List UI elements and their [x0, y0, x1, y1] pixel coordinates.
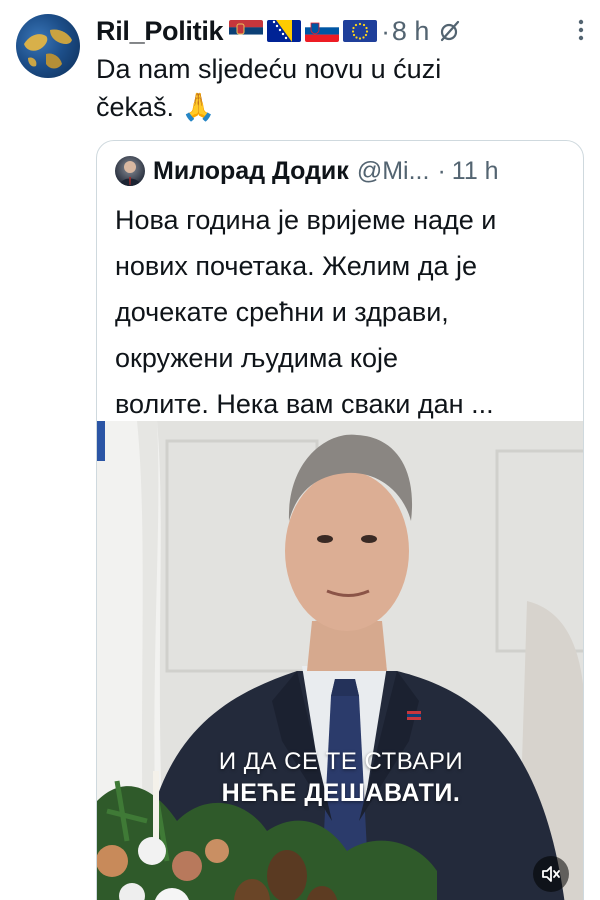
eu-flag-icon	[343, 20, 378, 42]
serbia-flag-icon	[229, 20, 264, 42]
mute-button[interactable]	[533, 856, 569, 892]
speaker-muted-icon	[542, 866, 560, 882]
quoted-author-avatar[interactable]	[115, 156, 145, 186]
quoted-tweet-text: Нова година је вријеме наде и нових поче…	[115, 197, 575, 427]
slovenia-flag-icon	[305, 20, 340, 42]
tweet-header: Ril_Politik · 8 h	[96, 10, 586, 52]
quoted-tweet-header: Милорад Додик @Mi... · 11 h	[115, 153, 499, 189]
bosnia-flag-icon	[267, 20, 302, 42]
quoted-text-line: нових почетака. Желим да је	[115, 251, 477, 281]
quoted-tweet-time[interactable]: 11 h	[452, 157, 499, 186]
separator-dot: ·	[437, 156, 446, 185]
author-avatar[interactable]	[16, 14, 80, 78]
video-player[interactable]: И ДА СЕ ТЕ СТВАРИ НЕЋЕ ДЕШАВАТИ.	[97, 421, 583, 900]
tweet-text-line: čekaš. 🙏	[96, 92, 216, 122]
tweet-time[interactable]: 8 h	[392, 16, 430, 47]
video-subtitle-line: И ДА СЕ ТЕ СТВАРИ	[218, 748, 464, 775]
quoted-author-name[interactable]: Милорад Додик	[153, 157, 349, 186]
quoted-text-line: дочекате срећни и здрави,	[115, 297, 449, 327]
author-name[interactable]: Ril_Politik	[96, 16, 224, 47]
more-options-icon[interactable]	[576, 18, 586, 42]
quoted-author-handle[interactable]: @Mi...	[357, 157, 430, 186]
quoted-text-line: Нова година је вријеме наде и	[115, 205, 497, 235]
grok-icon[interactable]	[439, 20, 461, 42]
quoted-text-line: окружени људима које	[115, 343, 399, 373]
tweet-text: Da nam sljedeću novu u ćuzi čekaš. 🙏	[96, 50, 556, 126]
tweet-text-line: Da nam sljedeću novu u ćuzi	[96, 54, 442, 84]
globe-map-icon	[24, 29, 72, 69]
quoted-tweet[interactable]: Милорад Додик @Mi... · 11 h Нова година …	[96, 140, 584, 900]
video-frame-image	[97, 421, 583, 900]
separator-dot: ·	[381, 15, 390, 46]
video-subtitle-line: НЕЋЕ ДЕШАВАТИ.	[221, 779, 461, 807]
